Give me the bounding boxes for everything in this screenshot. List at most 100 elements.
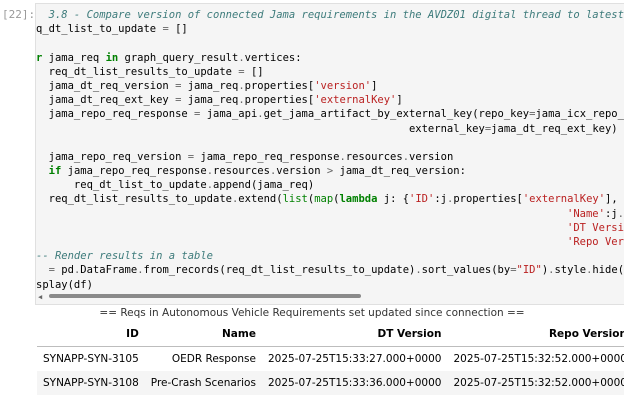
code-token: :j — [604, 207, 618, 220]
table-row: SYNAPP-SYN-3108 Pre-Crash Scenarios 2025… — [37, 371, 624, 395]
code-token: jama_api — [200, 108, 258, 121]
code-token: version — [276, 165, 327, 178]
code-token: jama_dt_req_ext_key) — [491, 122, 618, 135]
code-line: if jama_repo_req_response.resources.vers… — [36, 164, 624, 178]
code-token: properties[ — [453, 193, 523, 206]
cell-repo-version: 2025-07-25T15:32:52.000+0000 — [453, 353, 624, 365]
code-token: jama_repo_req_response — [61, 165, 207, 178]
cell-name: Pre-Crash Scenarios — [144, 371, 262, 395]
code-token: properties[ — [244, 94, 315, 107]
code-line: 'Repo Version':jama_rep — [36, 235, 624, 249]
code-token: q_dt_list_to_update — [36, 23, 163, 36]
cell-name: OEDR Response — [171, 353, 256, 365]
scroll-left-arrow-icon[interactable]: ◀ — [38, 293, 42, 301]
code-token: = — [36, 264, 62, 277]
code-token: r — [36, 51, 49, 64]
code-token: ] — [371, 79, 378, 92]
code-token: jama_repo_req_response — [194, 150, 340, 163]
code-token: pd — [61, 264, 74, 277]
code-token: jama_dt_req_version: — [333, 165, 466, 178]
code-line: = pd.DataFrame.from_records(req_dt_list_… — [36, 263, 624, 277]
code-token: jama_req — [181, 79, 239, 92]
code-token: jama_icx_repo_key,us — [535, 108, 624, 121]
code-line: jama_dt_req_version = jama_req.propertie… — [36, 79, 624, 93]
code-line: req_dt_list_results_to_update.extend(lis… — [36, 192, 624, 206]
code-line: jama_repo_req_response = jama_api.get_ja… — [36, 107, 624, 121]
code-token: vertices: — [244, 51, 302, 64]
code-token: req_dt_list_results_to_update — [36, 65, 239, 78]
scrollbar-thumb[interactable] — [49, 294, 361, 298]
code-token: 'version' — [314, 79, 372, 92]
code-token: in — [105, 51, 119, 64]
code-cell[interactable]: 3.8 - Compare version of connected Jama … — [35, 3, 624, 305]
code-editor[interactable]: 3.8 - Compare version of connected Jama … — [36, 8, 624, 292]
code-line: jama_repo_req_version = jama_repo_req_re… — [36, 150, 624, 164]
code-line: req_dt_list_results_to_update = [] — [36, 65, 624, 79]
output-title: == Reqs in Autonomous Vehicle Requiremen… — [99, 307, 525, 319]
code-line: 'Name':j.properties['na — [36, 207, 624, 221]
code-token: if — [36, 165, 62, 178]
code-line: 3.8 - Compare version of connected Jama … — [36, 8, 624, 22]
code-token: jama_req — [48, 51, 106, 64]
code-token: [] — [168, 23, 188, 36]
code-token: map — [314, 193, 334, 206]
column-header-dt-version: DT Version — [261, 322, 448, 347]
code-line: q_dt_list_to_update = [] — [36, 22, 624, 36]
code-token: get_jama_artifact_by_external_key(repo_k… — [263, 108, 530, 121]
code-line: req_dt_list_to_update.append(jama_req) — [36, 178, 624, 192]
table-row: SYNAPP-SYN-3105 OEDR Response 2025-07-25… — [37, 347, 624, 372]
code-token: 'externalKey' — [522, 193, 606, 206]
cell-id: SYNAPP-SYN-3108 — [37, 371, 145, 395]
code-token: -- Render results in a table — [36, 250, 214, 263]
code-token: 3.8 - Compare version of connected Jama … — [36, 9, 624, 21]
code-token: 'DT Version' — [567, 221, 624, 234]
code-token: DataFrame — [80, 264, 138, 277]
code-token: resources — [345, 150, 403, 163]
code-line: jama_dt_req_ext_key = jama_req.propertie… — [36, 93, 624, 107]
code-token: 'externalKey' — [314, 94, 397, 107]
code-token: 'ID' — [409, 193, 435, 206]
column-header-id: ID — [37, 322, 145, 347]
code-token: :j — [434, 193, 447, 206]
cell-dt-version: 2025-07-25T15:33:27.000+0000 — [267, 353, 442, 365]
code-token: external_key — [36, 122, 485, 135]
cell-id: SYNAPP-SYN-3105 — [43, 353, 139, 365]
code-line: splay(df) — [36, 278, 624, 292]
code-line: 'DT Version':j.properti — [36, 221, 624, 235]
code-token: jama_req — [181, 94, 239, 107]
code-token: sort_values(by — [421, 264, 511, 277]
cell-dt-version: 2025-07-25T15:33:36.000+0000 — [261, 371, 448, 395]
code-token: jama_repo_req_version — [36, 150, 188, 163]
column-header-repo-version: Repo Version — [447, 322, 624, 347]
horizontal-scrollbar[interactable]: ◀ — [35, 292, 624, 301]
code-token: resources — [213, 165, 270, 178]
code-line: r jama_req in graph_query_result.vertice… — [36, 51, 624, 65]
code-token: jama_dt_req_version — [36, 79, 176, 92]
code-token: append(jama_req) — [213, 179, 315, 192]
table-header-row: ID Name DT Version Repo Version — [37, 322, 624, 347]
code-token: req_dt_list_to_update — [36, 179, 207, 192]
code-line: -- Render results in a table — [36, 249, 624, 263]
column-header-name: Name — [144, 322, 262, 347]
code-token: style — [554, 264, 587, 277]
code-token: ] — [396, 94, 403, 107]
code-token: "ID" — [516, 264, 542, 277]
results-table: ID Name DT Version Repo Version SYNAPP-S… — [37, 322, 624, 395]
code-token: ], — [605, 193, 618, 206]
code-token: [] — [244, 65, 264, 78]
code-token: properties[ — [244, 79, 315, 92]
code-token: from_records(req_dt_list_results_to_upda… — [143, 264, 416, 277]
cell-repo-version: 2025-07-25T15:32:52.000+0000 — [447, 371, 624, 395]
code-token: graph_query_result — [118, 51, 239, 64]
code-token: list — [282, 193, 308, 206]
code-token: 'Repo Version' — [567, 236, 624, 248]
code-token: extend( — [238, 193, 283, 206]
code-line: external_key=jama_dt_req_ext_key) — [36, 122, 624, 136]
code-token: jama_dt_req_ext_key — [36, 94, 176, 107]
code-token: j: { — [377, 193, 410, 206]
